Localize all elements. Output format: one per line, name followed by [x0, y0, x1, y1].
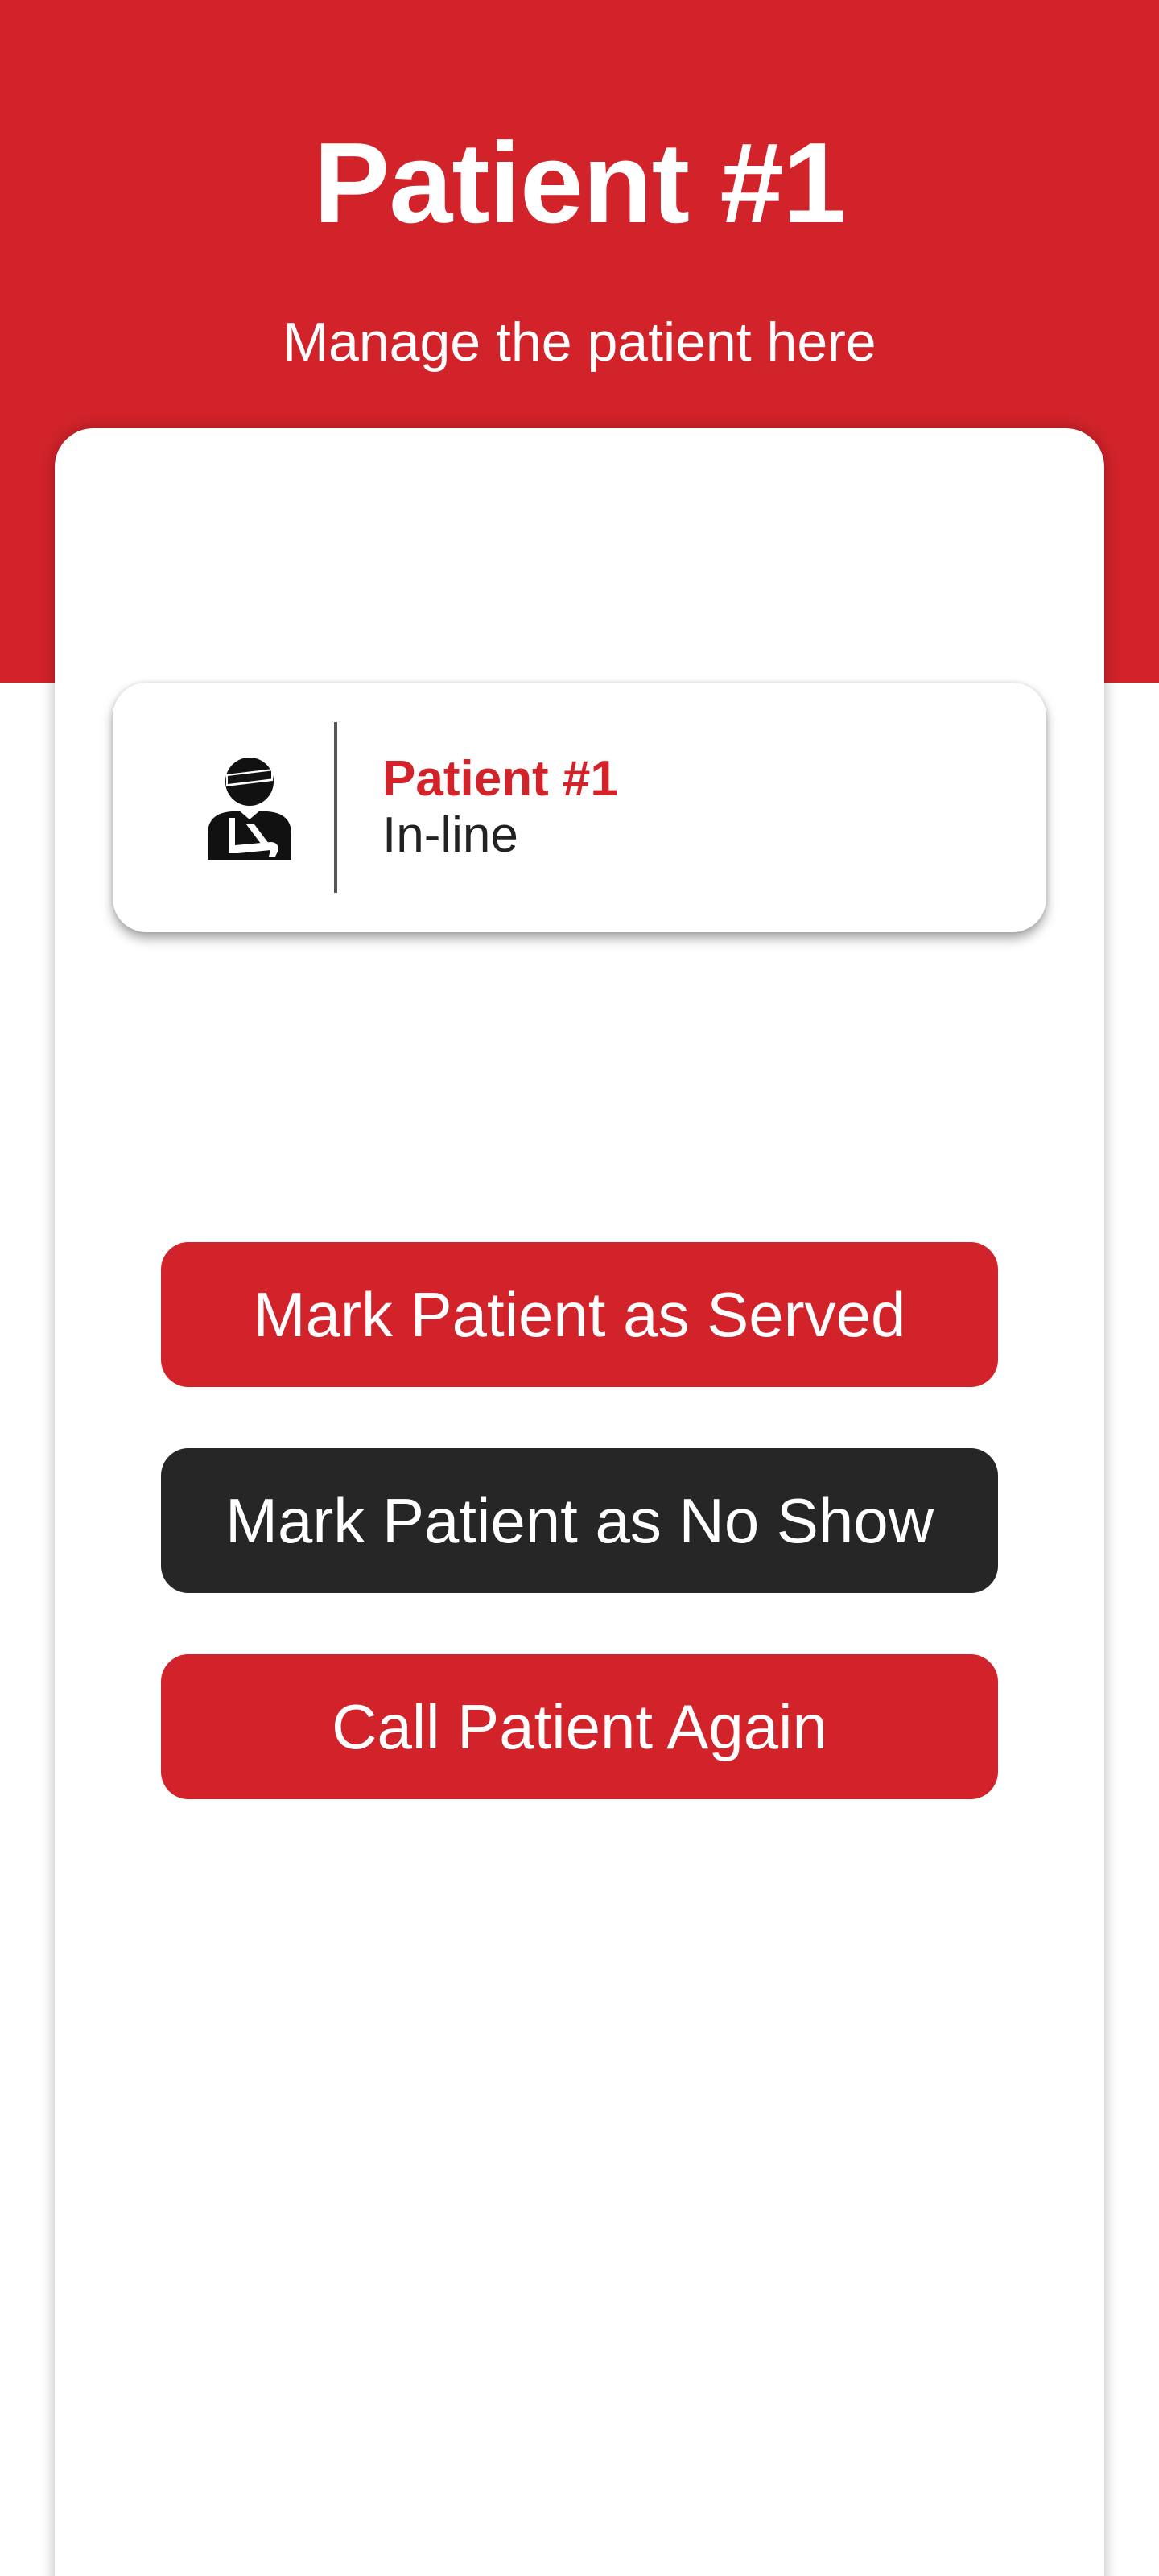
mark-no-show-button[interactable]: Mark Patient as No Show	[161, 1448, 998, 1593]
patient-management-screen: Patient #1 Manage the patient here Patie…	[0, 0, 1159, 2576]
page-subtitle: Manage the patient here	[283, 312, 876, 373]
patient-status: In-line	[382, 807, 518, 863]
patient-name: Patient #1	[382, 751, 618, 807]
page-title: Patient #1	[313, 119, 847, 247]
call-patient-again-button[interactable]: Call Patient Again	[161, 1654, 998, 1799]
injured-patient-icon	[208, 758, 291, 860]
patient-card-divider	[334, 722, 337, 893]
mark-served-button[interactable]: Mark Patient as Served	[161, 1242, 998, 1387]
